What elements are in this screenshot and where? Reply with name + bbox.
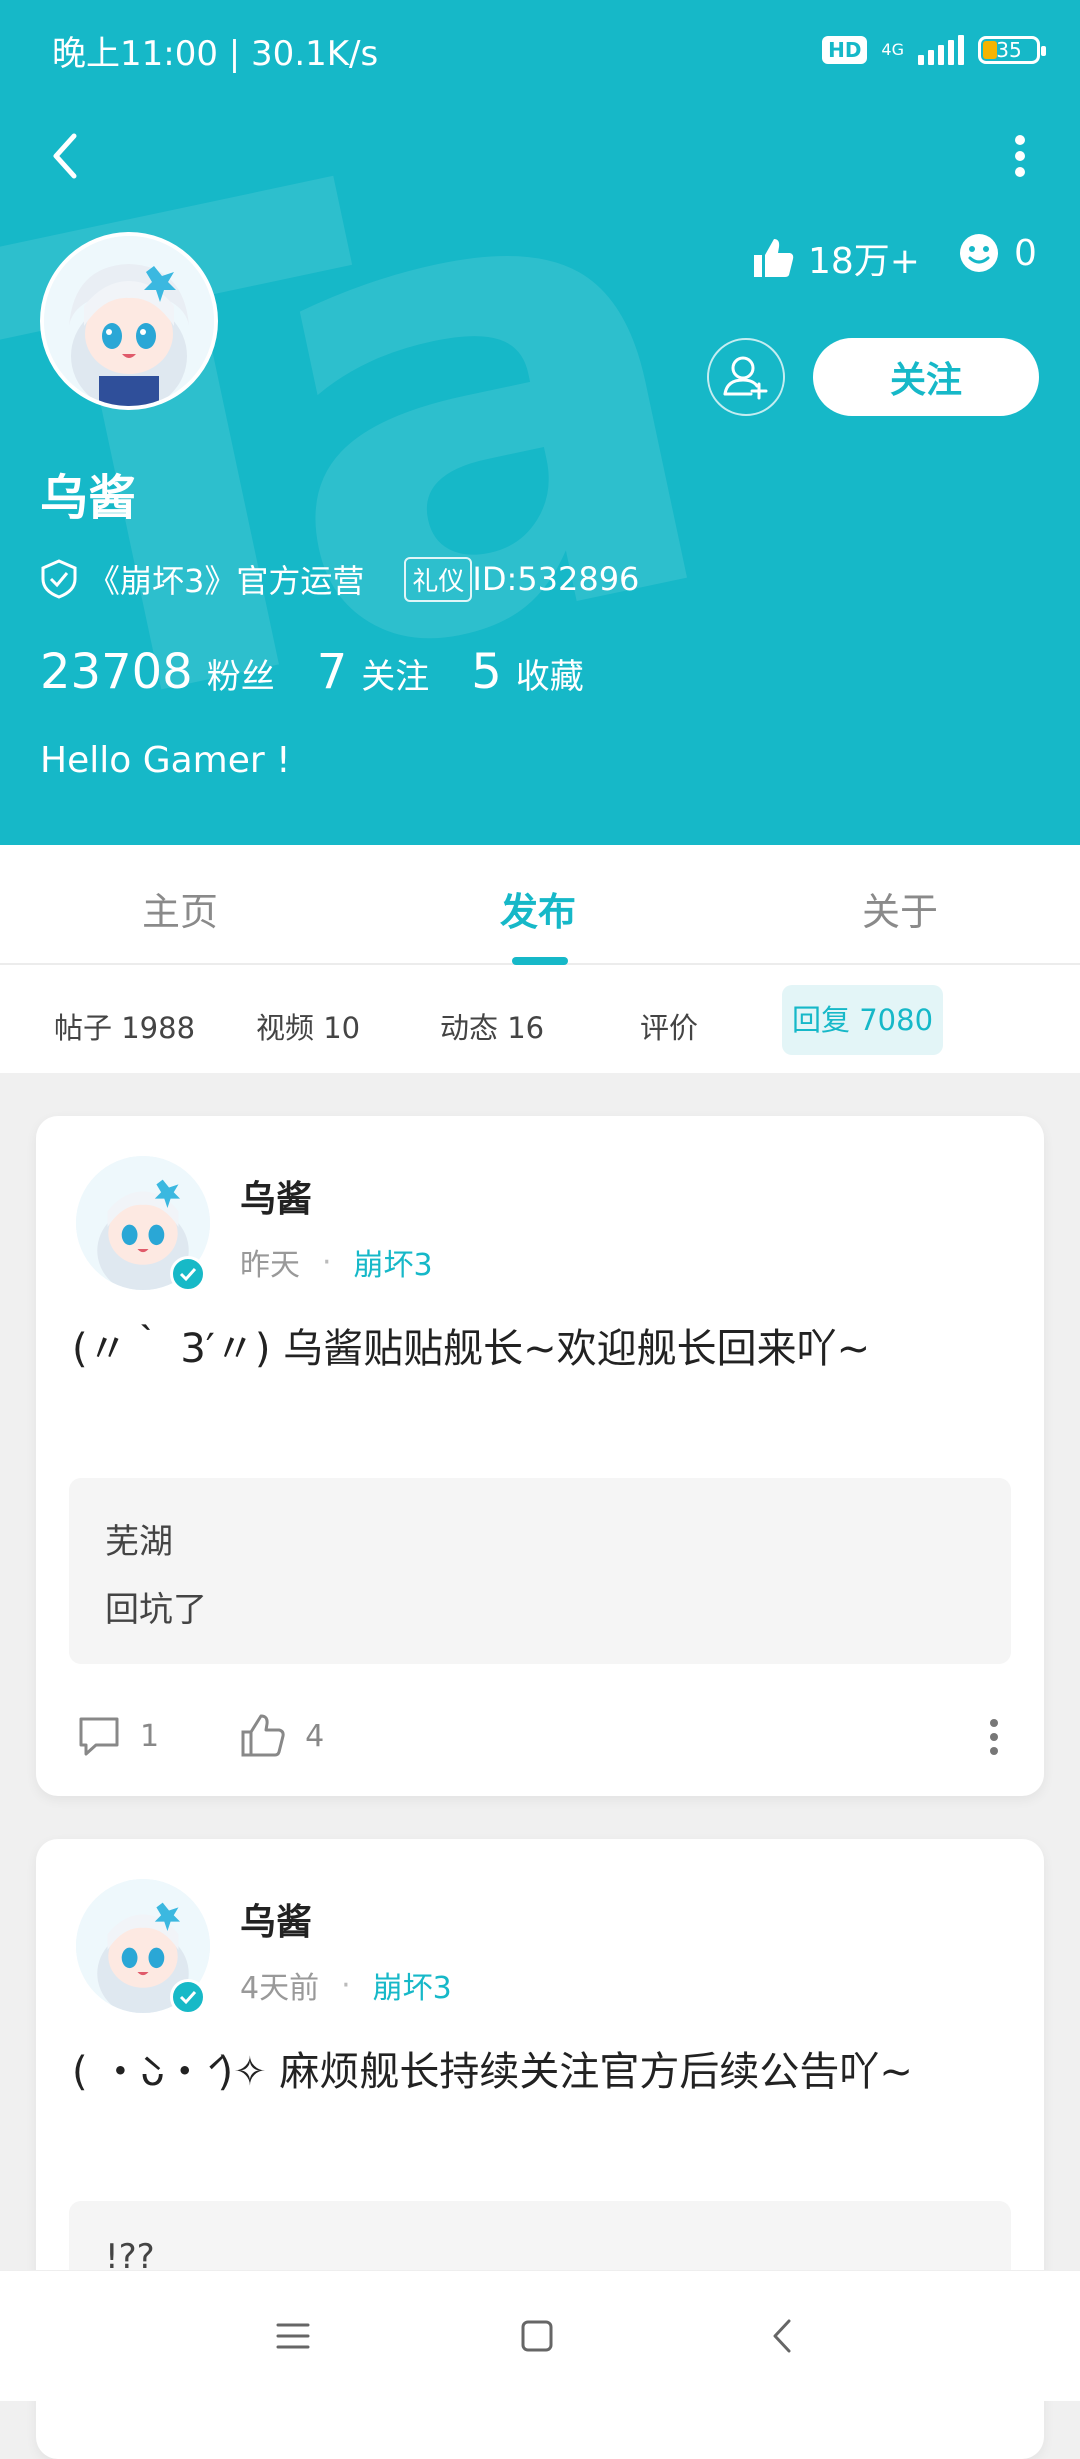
subtab-videos[interactable]: 视频 10 [256, 1005, 360, 1047]
system-navigation-bar [0, 2270, 1080, 2401]
user-id: ID:532896 [472, 560, 640, 598]
thumbs-up-icon [754, 239, 794, 277]
official-label: 《崩坏3》官方运营 [88, 562, 365, 600]
comment-button[interactable]: 1 [76, 1713, 159, 1759]
quoted-comment[interactable]: 芜湖 回坑了 [69, 1478, 1011, 1664]
tab-about[interactable]: 关于 [862, 881, 938, 936]
anime-avatar-icon [44, 236, 214, 406]
recent-apps-button[interactable] [266, 2309, 320, 2363]
reply-card[interactable]: 乌酱 昨天 · 崩坏3 (〃｀ 3′〃) 乌酱贴贴舰长~欢迎舰长回来吖~ 芜湖 … [36, 1116, 1044, 1796]
like-count: 4 [305, 1718, 325, 1754]
post-author[interactable]: 乌酱 [240, 1893, 312, 1945]
chevron-left-icon [53, 133, 77, 179]
network-label: 4G [881, 40, 904, 59]
subtab-reply[interactable]: 回复 7080 [782, 985, 944, 1055]
quoted-user: 芜湖 [105, 1522, 173, 1562]
post-more-button[interactable] [974, 1712, 1014, 1762]
post-text: (〃｀ 3′〃) 乌酱贴贴舰长~欢迎舰长回来吖~ [72, 1326, 871, 1372]
post-game-tag[interactable]: 崩坏3 [373, 1963, 452, 2007]
quoted-text: 回坑了 [105, 1590, 207, 1630]
status-indicators: HD 4G 35 [822, 28, 1046, 72]
separator-dot: · [322, 1244, 332, 1280]
battery-icon: 35 [978, 36, 1046, 64]
fans-count[interactable]: 23708 [40, 644, 193, 700]
thumbs-up-icon [241, 1714, 285, 1757]
post-text: ( ・̀ᴗ・́ )✧ 麻烦舰长持续关注官方后续公告吖~ [72, 2049, 913, 2095]
following-label[interactable]: 关注 [361, 649, 429, 698]
avatar[interactable] [40, 232, 218, 410]
add-friend-button[interactable] [707, 338, 785, 416]
etiquette-badge: 礼仪 [404, 556, 473, 602]
profile-header: Ta 晚上11:00 | 30.1K/s HD 4G 35 18万+ 0 关注 … [0, 0, 1080, 845]
content-subtabs: 帖子 1988 视频 10 动态 16 评价 回复 7080 [0, 965, 1080, 1073]
collect-count[interactable]: 5 [471, 644, 502, 700]
add-user-icon [723, 356, 768, 400]
battery-level: 35 [996, 38, 1022, 62]
emoji-value: 0 [1014, 232, 1037, 274]
post-actions: 1 4 [76, 1706, 1014, 1766]
verified-badge-icon [170, 1256, 206, 1292]
status-bar: 晚上11:00 | 30.1K/s HD 4G 35 [0, 0, 1080, 100]
more-vertical-icon [1015, 135, 1025, 177]
likes-count[interactable]: 18万+ [750, 232, 920, 284]
verified-badge-icon [170, 1979, 206, 2015]
smiley-icon [960, 234, 998, 272]
subtab-review[interactable]: 评价 [640, 1005, 698, 1047]
more-vertical-icon [990, 1719, 998, 1755]
profile-name: 乌酱 [40, 470, 137, 526]
likes-value: 18万+ [808, 241, 920, 282]
post-game-tag[interactable]: 崩坏3 [354, 1240, 433, 1284]
system-back-button[interactable] [756, 2309, 810, 2363]
back-button[interactable] [38, 126, 98, 186]
tab-publish[interactable]: 发布 [500, 881, 576, 936]
post-meta: 昨天 · 崩坏3 [240, 1240, 433, 1284]
profile-stats: 23708 粉丝 7 关注 5 收藏 [40, 644, 626, 700]
post-time: 昨天 [240, 1248, 300, 1283]
comment-icon [79, 1717, 119, 1756]
post-author[interactable]: 乌酱 [240, 1170, 312, 1222]
background-watermark: Ta [0, 0, 729, 845]
shield-check-icon [41, 559, 77, 599]
verification-line: 《崩坏3》官方运营 礼仪 ID:532896 [40, 556, 639, 602]
tab-indicator [512, 957, 568, 965]
status-time: 晚上11:00 | 30.1K/s [52, 34, 379, 74]
menu-icon [276, 2323, 310, 2349]
more-options-button[interactable] [990, 126, 1050, 186]
comment-count: 1 [140, 1718, 160, 1754]
like-button[interactable]: 4 [239, 1712, 324, 1760]
profile-bio: Hello Gamer ! [40, 740, 291, 781]
collect-label[interactable]: 收藏 [516, 649, 584, 698]
chevron-left-icon [773, 2319, 791, 2353]
post-meta: 4天前 · 崩坏3 [240, 1963, 452, 2007]
profile-tabs: 主页 发布 关于 [0, 845, 1080, 965]
square-icon [521, 2320, 553, 2352]
tab-home[interactable]: 主页 [142, 881, 218, 936]
emoji-count[interactable]: 0 [958, 232, 1037, 274]
home-button[interactable] [510, 2309, 564, 2363]
separator-dot: · [341, 1967, 351, 2003]
subtab-posts[interactable]: 帖子 1988 [54, 1005, 195, 1047]
hd-icon: HD [822, 36, 868, 64]
following-count[interactable]: 7 [317, 644, 348, 700]
fans-label[interactable]: 粉丝 [207, 649, 275, 698]
post-time: 4天前 [240, 1971, 320, 2006]
signal-icon [918, 35, 964, 65]
subtab-dynamic[interactable]: 动态 16 [440, 1005, 544, 1047]
follow-button[interactable]: 关注 [813, 338, 1039, 416]
